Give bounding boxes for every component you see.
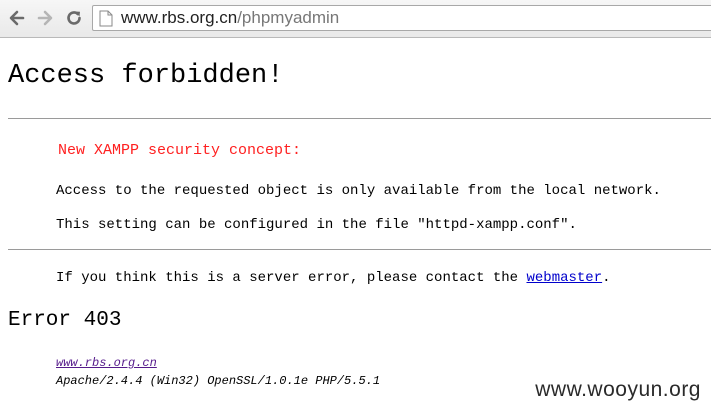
reload-icon [67,11,81,25]
browser-toolbar: www.rbs.org.cn/phpmyadmin [0,0,711,38]
contact-prefix: If you think this is a server error, ple… [56,270,527,286]
reload-button[interactable] [63,6,85,30]
access-message: Access to the requested object is only a… [56,183,661,199]
server-address-link-line: www.rbs.org.cn [56,356,157,370]
contact-suffix: . [602,270,611,286]
webmaster-link[interactable]: webmaster [526,270,602,286]
url-host: www.rbs.org.cn [121,8,238,27]
back-icon [9,10,25,26]
address-bar[interactable]: www.rbs.org.cn/phpmyadmin [92,5,711,31]
page-title: Access forbidden! [8,61,284,91]
contact-message: If you think this is a server error, ple… [56,269,611,287]
server-address-link[interactable]: www.rbs.org.cn [56,356,157,370]
back-button[interactable] [6,6,28,30]
divider-bottom [8,249,711,250]
page-icon [99,10,113,27]
watermark: www.wooyun.org [535,378,701,401]
divider-top [8,118,711,119]
url-path: /phpmyadmin [237,8,340,27]
url-text[interactable]: www.rbs.org.cn/phpmyadmin [121,8,339,28]
server-signature: Apache/2.4.4 (Win32) OpenSSL/1.0.1e PHP/… [56,374,381,388]
forward-button[interactable] [34,6,56,30]
forward-icon [37,10,53,26]
security-concept-heading: New XAMPP security concept: [58,142,302,159]
config-message: This setting can be configured in the fi… [56,217,577,233]
error-code-heading: Error 403 [8,309,122,332]
